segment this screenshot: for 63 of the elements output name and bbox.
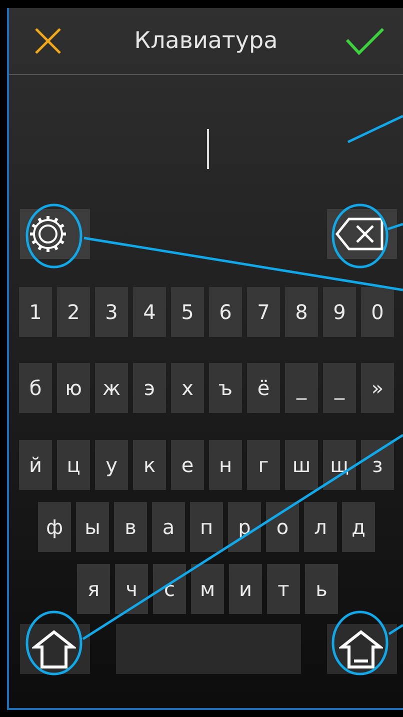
- key[interactable]: ш: [285, 440, 318, 490]
- backspace-icon: [335, 216, 385, 252]
- key[interactable]: 6: [209, 287, 242, 337]
- callout-circle: [26, 204, 82, 268]
- key[interactable]: м: [191, 564, 224, 614]
- backspace-key[interactable]: [327, 209, 397, 259]
- key[interactable]: 8: [285, 287, 318, 337]
- key[interactable]: э: [133, 363, 166, 413]
- key[interactable]: н: [209, 440, 242, 490]
- key[interactable]: у: [95, 440, 128, 490]
- key[interactable]: 4: [133, 287, 166, 337]
- key[interactable]: е: [171, 440, 204, 490]
- key[interactable]: 5: [171, 287, 204, 337]
- key[interactable]: в: [114, 502, 147, 552]
- key[interactable]: 7: [247, 287, 280, 337]
- key[interactable]: г: [247, 440, 280, 490]
- key[interactable]: ь: [305, 564, 338, 614]
- key[interactable]: ж: [95, 363, 128, 413]
- key[interactable]: р: [228, 502, 261, 552]
- key[interactable]: з: [361, 440, 394, 490]
- settings-icon: [28, 214, 68, 254]
- leader-line: [347, 114, 403, 144]
- key[interactable]: _: [323, 363, 356, 413]
- key[interactable]: а: [152, 502, 185, 552]
- close-icon: [33, 26, 63, 56]
- shift-key[interactable]: [20, 624, 90, 674]
- key[interactable]: »: [361, 363, 394, 413]
- key[interactable]: 2: [57, 287, 90, 337]
- callout-circle: [332, 610, 388, 676]
- settings-key[interactable]: [20, 209, 90, 259]
- key[interactable]: й: [19, 440, 52, 490]
- leader-line: [388, 222, 403, 230]
- key[interactable]: ю: [57, 363, 90, 413]
- key[interactable]: о: [266, 502, 299, 552]
- key[interactable]: л: [304, 502, 337, 552]
- key[interactable]: б: [19, 363, 52, 413]
- key[interactable]: с: [153, 564, 186, 614]
- callout-circle: [26, 610, 82, 676]
- key[interactable]: ч: [115, 564, 148, 614]
- key[interactable]: п: [190, 502, 223, 552]
- checkmark-icon: [345, 26, 385, 56]
- key[interactable]: я: [77, 564, 110, 614]
- key[interactable]: и: [229, 564, 262, 614]
- key[interactable]: ц: [57, 440, 90, 490]
- key[interactable]: ъ: [209, 363, 242, 413]
- key[interactable]: т: [267, 564, 300, 614]
- shift-icon: [32, 629, 76, 669]
- key[interactable]: х: [171, 363, 204, 413]
- shift-lock-icon: [339, 629, 383, 669]
- key[interactable]: 3: [95, 287, 128, 337]
- key[interactable]: ё: [247, 363, 280, 413]
- text-cursor: [207, 129, 209, 169]
- key[interactable]: д: [342, 502, 375, 552]
- key[interactable]: 0: [361, 287, 394, 337]
- shift-lock-key[interactable]: [327, 624, 397, 674]
- callout-circle: [332, 204, 388, 268]
- key[interactable]: 1: [19, 287, 52, 337]
- key[interactable]: _: [285, 363, 318, 413]
- window-title: Клавиатура: [134, 26, 278, 56]
- key[interactable]: ф: [38, 502, 71, 552]
- key[interactable]: 9: [323, 287, 356, 337]
- key[interactable]: ы: [76, 502, 109, 552]
- key[interactable]: к: [133, 440, 166, 490]
